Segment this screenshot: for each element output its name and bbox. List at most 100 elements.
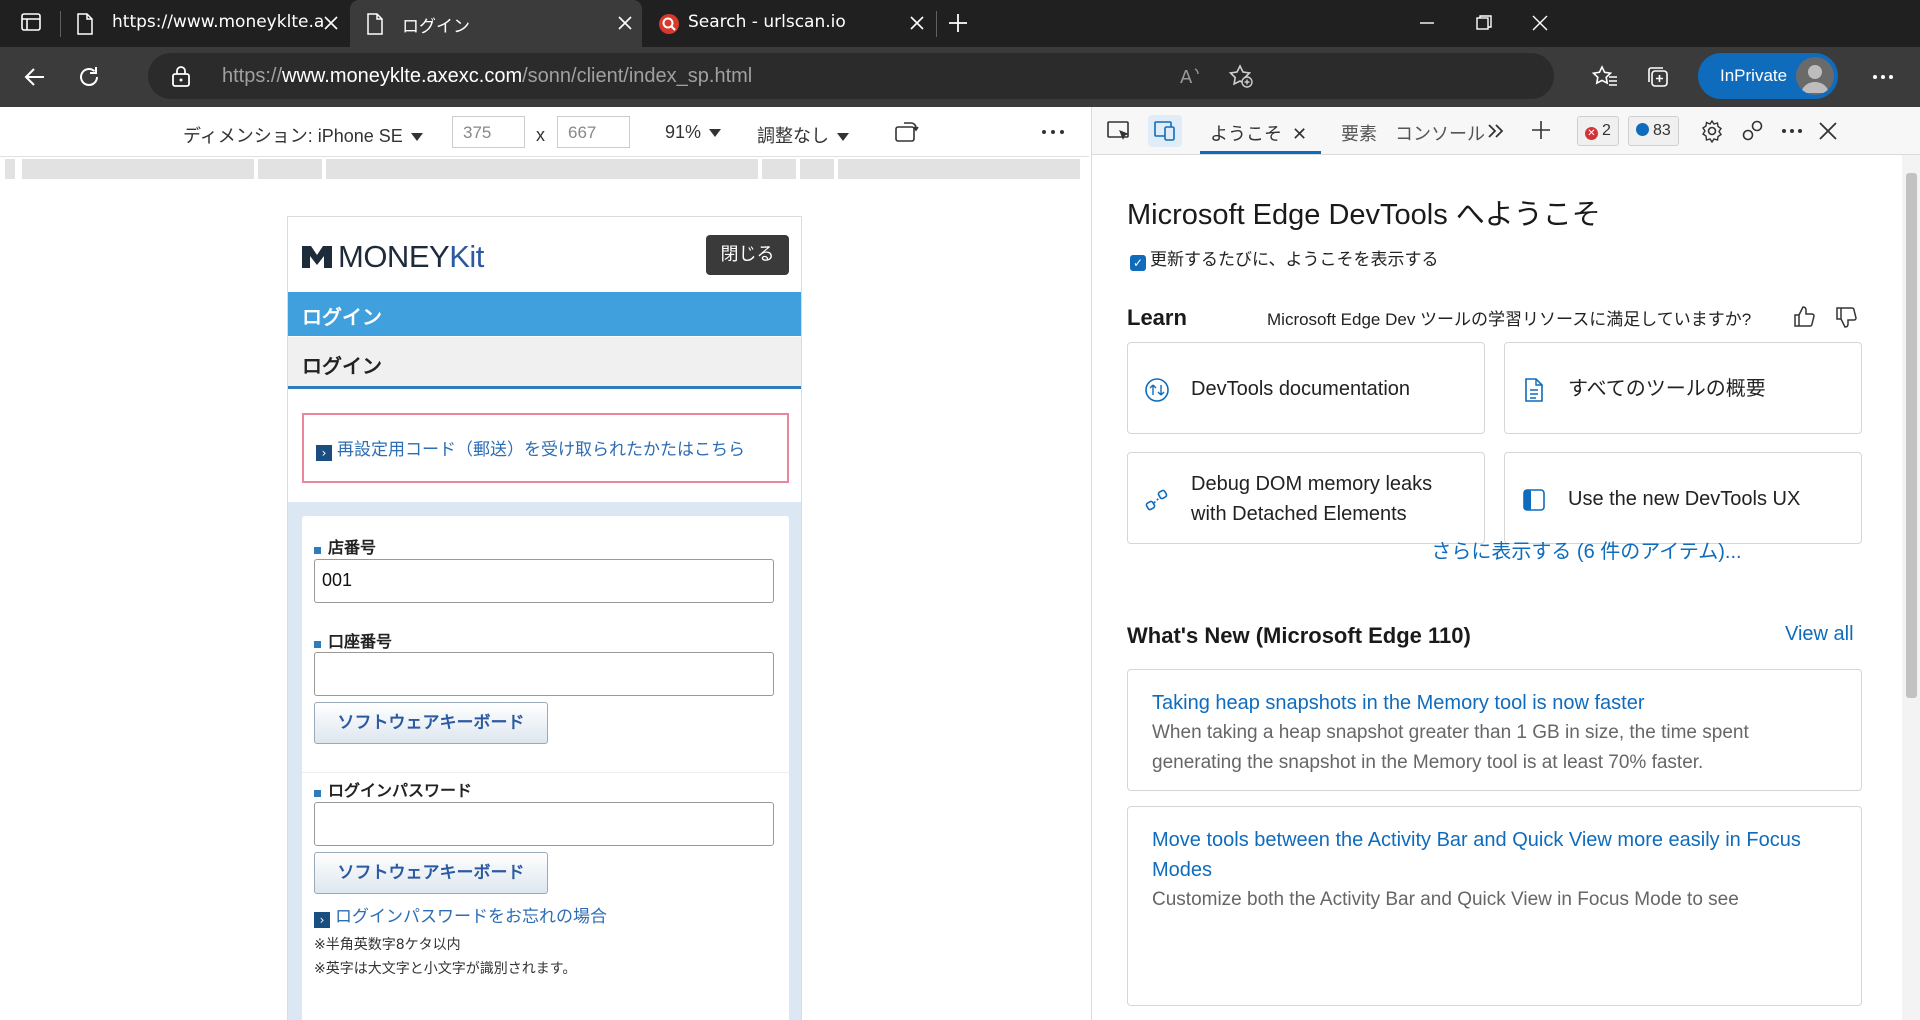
tab-elements[interactable]: 要素	[1341, 120, 1377, 146]
device-emulation-toggle[interactable]	[1148, 115, 1182, 147]
news-card[interactable]: Move tools between the Activity Bar and …	[1127, 806, 1862, 1006]
tab-title: ログイン	[402, 17, 470, 37]
tab-welcome[interactable]: ようこそ ✕	[1210, 120, 1307, 146]
software-keyboard-button[interactable]: ソフトウェアキーボード	[314, 702, 548, 744]
read-aloud-icon[interactable]: A	[1180, 65, 1204, 87]
account-number-input[interactable]	[314, 652, 774, 696]
form-divider	[302, 772, 789, 773]
tab-console[interactable]: コンソール	[1395, 120, 1485, 146]
restore-icon[interactable]	[1473, 12, 1495, 34]
close-tab-icon[interactable]	[908, 14, 926, 32]
password-input[interactable]	[314, 802, 774, 846]
close-devtools-icon[interactable]	[1816, 119, 1840, 143]
news-title[interactable]: Move tools between the Activity Bar and …	[1152, 825, 1837, 885]
branch-number-input[interactable]: 001	[314, 559, 774, 603]
feedback-icon[interactable]	[1740, 119, 1764, 143]
docs-icon	[1144, 377, 1170, 403]
welcome-title: Microsoft Edge DevTools へようこそ	[1127, 199, 1601, 231]
news-description: When taking a heap snapshot greater than…	[1152, 722, 1749, 773]
thumbs-down-icon[interactable]	[1834, 305, 1858, 329]
show-more-link[interactable]: さらに表示する (6 件のアイテム)...	[1092, 535, 1920, 564]
panel-icon	[1521, 487, 1547, 513]
new-tab-icon[interactable]	[946, 11, 970, 35]
settings-gear-icon[interactable]	[1700, 119, 1724, 143]
bullet-icon	[314, 790, 321, 797]
throttle-dropdown[interactable]: 調整なし	[757, 122, 849, 148]
ruler-segment[interactable]	[800, 159, 834, 179]
add-tool-icon[interactable]	[1530, 119, 1552, 141]
close-icon[interactable]: ✕	[1292, 124, 1307, 144]
show-welcome-checkbox[interactable]: ✓ 更新するたびに、ようこそを表示する	[1130, 245, 1439, 271]
login-title-bar: ログイン	[288, 292, 801, 336]
close-button[interactable]: 閉じる	[706, 235, 789, 275]
add-favorite-icon[interactable]	[1228, 63, 1254, 89]
tab-urlscan[interactable]: Search - urlscan.io	[642, 0, 934, 47]
account-label: 口座番号	[314, 628, 392, 652]
close-tab-icon[interactable]	[322, 14, 340, 32]
scrollbar-thumb[interactable]	[1906, 173, 1917, 698]
url-host: www.moneyklte.axexc.com	[282, 65, 523, 87]
checkbox-checked-icon[interactable]: ✓	[1130, 255, 1146, 271]
devtools-more-icon[interactable]	[1780, 121, 1804, 141]
reset-code-link[interactable]: 再設定用コード（郵送）を受け取られたかたはこちら	[337, 440, 745, 460]
tab-moneykit-url[interactable]: https://www.moneyklte.axexc.co	[60, 0, 350, 47]
address-bar[interactable]: https://www.moneyklte.axexc.com/sonn/cli…	[148, 53, 1554, 99]
card-label: Use the new DevTools UX	[1568, 488, 1801, 510]
devtools-panel: ようこそ ✕ 要素 コンソール ✕ 2 83 Microsoft Edge DevT…	[1091, 107, 1920, 1020]
login-form: 店番号 001 口座番号 ソフトウェアキーボード ログインパスワード ソフトウェ…	[302, 516, 789, 1020]
news-card[interactable]: Taking heap snapshots in the Memory tool…	[1127, 669, 1862, 791]
more-tabs-icon[interactable]	[1485, 121, 1507, 141]
back-icon[interactable]	[22, 64, 48, 90]
card-devtools-documentation[interactable]: DevTools documentation	[1127, 342, 1485, 434]
collections-icon[interactable]	[1645, 64, 1671, 90]
devtools-scrollbar[interactable]	[1902, 155, 1920, 1020]
ruler-segment[interactable]	[326, 159, 758, 179]
thumbs-up-icon[interactable]	[1792, 305, 1816, 329]
dimension-label: ディメンション: iPhone SE	[183, 126, 403, 146]
ruler-segment[interactable]	[22, 159, 254, 179]
device-height-input[interactable]: 667	[557, 116, 630, 148]
close-window-icon[interactable]	[1529, 12, 1551, 34]
login-form-area: 店番号 001 口座番号 ソフトウェアキーボード ログインパスワード ソフトウェ…	[288, 502, 801, 1020]
lock-icon[interactable]	[170, 64, 192, 88]
minimize-icon[interactable]	[1416, 12, 1438, 34]
favorites-icon[interactable]	[1592, 64, 1618, 90]
close-tab-icon[interactable]	[616, 14, 634, 32]
news-title[interactable]: Taking heap snapshots in the Memory tool…	[1152, 688, 1837, 718]
device-viewport: MONEYKit 閉じる ログイン ログイン › 再設定用コード（郵送）を受け取ら…	[0, 181, 1089, 1020]
whats-new-heading: What's New (Microsoft Edge 110)	[1127, 623, 1471, 648]
card-all-tools-overview[interactable]: すべてのツールの概要	[1504, 342, 1862, 434]
forgot-password-link[interactable]: › ログインパスワードをお忘れの場合	[314, 902, 607, 928]
card-new-devtools-ux[interactable]: Use the new DevTools UX	[1504, 452, 1862, 544]
chevron-down-icon	[410, 133, 423, 142]
tab-separator	[936, 11, 937, 37]
more-options-icon[interactable]	[1870, 64, 1896, 90]
dimension-dropdown[interactable]: ディメンション: iPhone SE	[183, 122, 423, 148]
card-detached-elements[interactable]: Debug DOM memory leaks with Detached Ele…	[1127, 452, 1485, 544]
tab-actions-icon[interactable]	[20, 11, 42, 33]
refresh-icon[interactable]	[76, 64, 102, 90]
view-all-link[interactable]: View all	[1785, 623, 1854, 646]
inprivate-button[interactable]: InPrivate	[1698, 53, 1838, 99]
tab-title: Search - urlscan.io	[688, 12, 846, 32]
rotate-icon[interactable]	[894, 120, 922, 144]
inspect-icon[interactable]	[1107, 120, 1133, 144]
ruler-segment[interactable]	[838, 159, 1080, 179]
reset-code-notice: › 再設定用コード（郵送）を受け取られたかたはこちら	[302, 413, 789, 483]
software-keyboard-button[interactable]: ソフトウェアキーボード	[314, 852, 548, 894]
zoom-dropdown[interactable]: 91%	[665, 122, 722, 143]
messages-badge[interactable]: 83	[1628, 116, 1679, 146]
news-description: Customize both the Activity Bar and Quic…	[1152, 889, 1739, 910]
ruler-segment[interactable]	[762, 159, 796, 179]
device-more-icon[interactable]	[1040, 122, 1066, 142]
device-width-input[interactable]: 375	[452, 116, 525, 148]
media-query-ruler[interactable]	[0, 157, 1089, 181]
ruler-segment[interactable]	[5, 159, 15, 179]
address-toolbar: https://www.moneyklte.axexc.com/sonn/cli…	[0, 47, 1920, 107]
tab-login[interactable]: ログイン	[350, 0, 642, 47]
login-heading: ログイン	[288, 337, 801, 389]
url-path: /sonn/client/index_sp.html	[522, 65, 753, 87]
chevron-right-icon: ›	[316, 445, 332, 461]
errors-badge[interactable]: ✕ 2	[1577, 116, 1619, 146]
ruler-segment[interactable]	[258, 159, 322, 179]
